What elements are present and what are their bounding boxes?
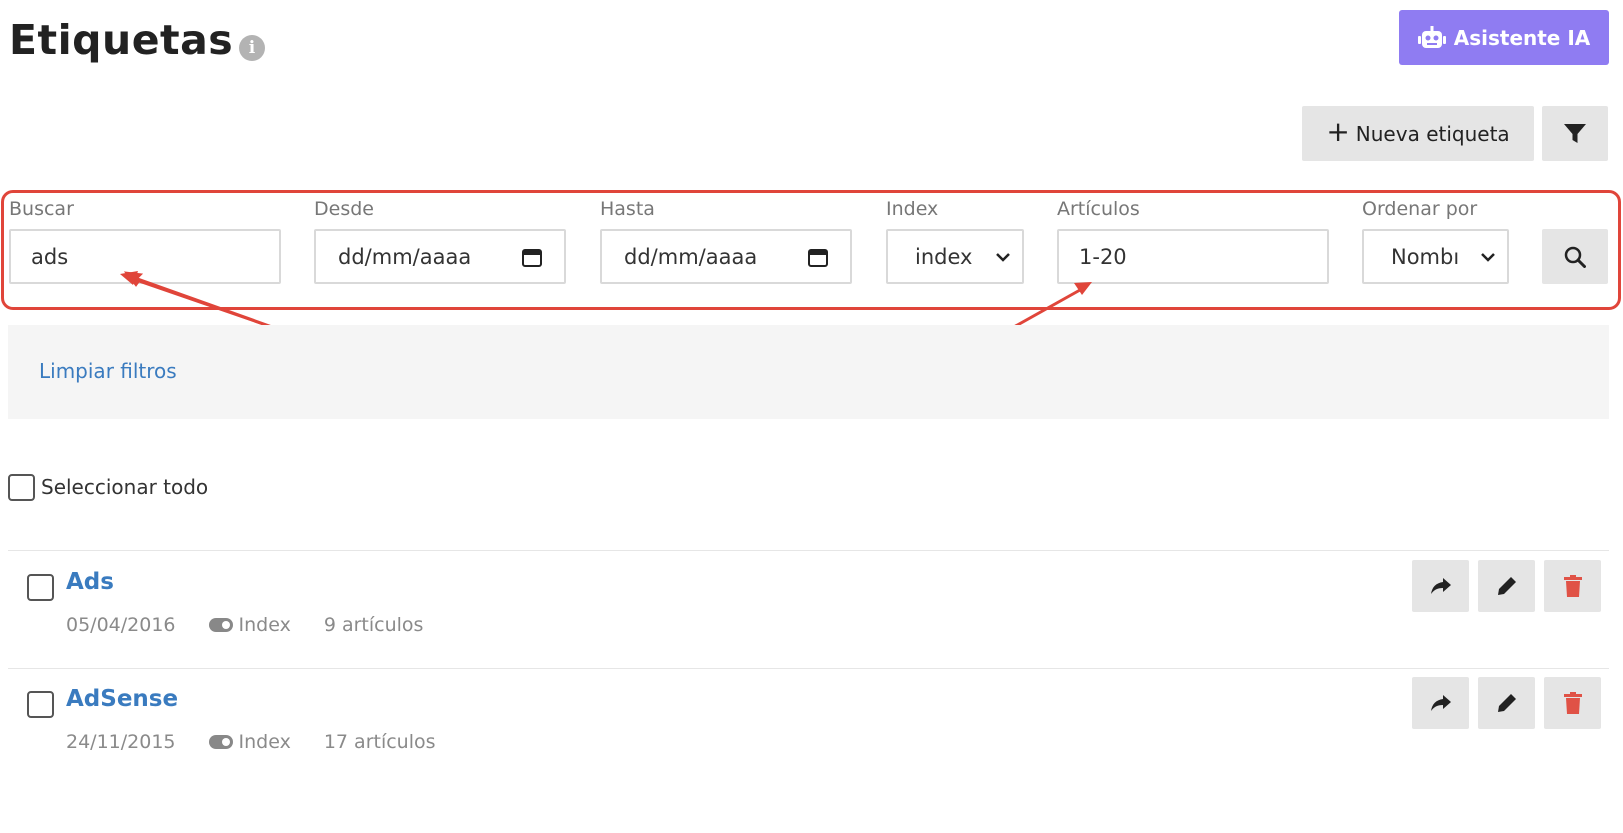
search-input-value: ads	[31, 244, 69, 269]
item-articles: 9 artículos	[323, 614, 424, 636]
new-tag-label: Nueva etiqueta	[1355, 121, 1510, 146]
item-title-link[interactable]: AdSense	[66, 686, 178, 712]
item-index: Index	[238, 731, 291, 753]
chevron-down-icon	[996, 252, 1010, 262]
clear-filters-panel: Limpiar filtros	[8, 325, 1609, 419]
page-title: Etiquetas	[9, 16, 234, 64]
item-meta: 05/04/2016 Index 9 artículos	[66, 614, 423, 636]
item-date: 05/04/2016	[66, 614, 176, 636]
ai-assistant-button[interactable]: Asistente IA	[1399, 10, 1609, 65]
from-date-input[interactable]: dd/mm/aaaa	[314, 229, 566, 284]
index-select-value: index	[915, 244, 973, 269]
to-date-label: Hasta	[600, 198, 655, 220]
share-arrow-icon	[1430, 578, 1451, 594]
toggle-icon	[208, 735, 233, 749]
pencil-icon	[1497, 577, 1516, 595]
item-checkbox[interactable]	[27, 691, 54, 718]
item-articles: 17 artículos	[323, 731, 436, 753]
new-tag-button[interactable]: + Nueva etiqueta	[1302, 106, 1534, 161]
trash-icon	[1563, 692, 1582, 714]
plus-icon: +	[1326, 115, 1350, 148]
edit-button[interactable]	[1478, 560, 1535, 612]
item-date: 24/11/2015	[66, 731, 176, 753]
to-date-value: dd/mm/aaaa	[624, 244, 758, 269]
funnel-icon	[1564, 123, 1586, 143]
order-select[interactable]: Nombı	[1362, 229, 1509, 284]
order-select-value: Nombı	[1391, 244, 1460, 269]
filter-toggle-button[interactable]	[1542, 106, 1608, 161]
share-button[interactable]	[1412, 677, 1469, 729]
item-index: Index	[238, 614, 291, 636]
search-input[interactable]: ads	[9, 229, 281, 284]
divider	[8, 550, 1609, 551]
to-date-input[interactable]: dd/mm/aaaa	[600, 229, 852, 284]
select-all-label: Seleccionar todo	[41, 475, 209, 499]
order-label: Ordenar por	[1362, 198, 1478, 220]
share-arrow-icon	[1430, 695, 1451, 711]
calendar-icon[interactable]	[808, 247, 828, 267]
trash-icon	[1563, 575, 1582, 597]
delete-button[interactable]	[1544, 560, 1601, 612]
magnifier-icon	[1564, 246, 1586, 268]
ai-assistant-label: Asistente IA	[1453, 25, 1591, 50]
index-label: Index	[886, 198, 939, 220]
robot-icon	[1417, 25, 1446, 48]
search-label: Buscar	[9, 198, 74, 220]
item-title-link[interactable]: Ads	[66, 569, 114, 595]
item-meta: 24/11/2015 Index 17 artículos	[66, 731, 436, 753]
search-button[interactable]	[1542, 229, 1608, 284]
item-checkbox[interactable]	[27, 574, 54, 601]
edit-button[interactable]	[1478, 677, 1535, 729]
delete-button[interactable]	[1544, 677, 1601, 729]
calendar-icon[interactable]	[522, 247, 542, 267]
pencil-icon	[1497, 694, 1516, 712]
from-date-label: Desde	[314, 198, 374, 220]
from-date-value: dd/mm/aaaa	[338, 244, 472, 269]
articles-label: Artículos	[1057, 198, 1140, 220]
chevron-down-icon	[1481, 252, 1495, 262]
articles-input-value: 1-20	[1079, 244, 1127, 269]
divider	[8, 668, 1609, 669]
info-circle-icon[interactable]: i	[239, 35, 265, 61]
articles-input[interactable]: 1-20	[1057, 229, 1329, 284]
clear-filters-link[interactable]: Limpiar filtros	[39, 359, 177, 383]
index-select[interactable]: index	[886, 229, 1024, 284]
select-all-checkbox[interactable]	[8, 474, 35, 501]
share-button[interactable]	[1412, 560, 1469, 612]
toggle-icon	[208, 618, 233, 632]
